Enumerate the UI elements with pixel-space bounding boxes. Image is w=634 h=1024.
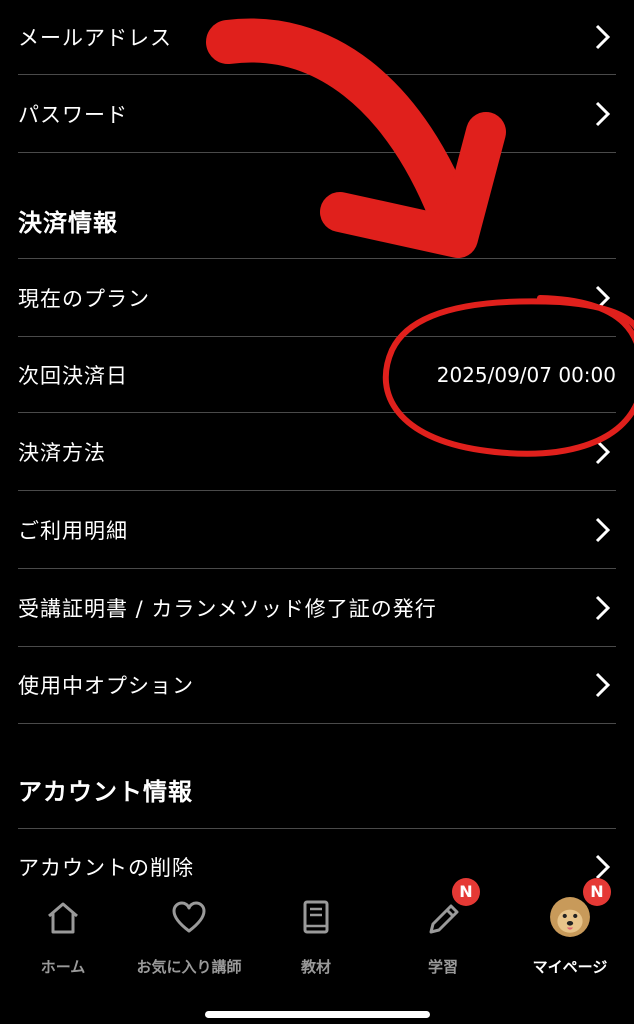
nav-study-label: 学習 [427, 958, 458, 976]
password-label: パスワード [18, 102, 128, 127]
nav-favorites-label: お気に入り講師 [136, 958, 242, 976]
pencil-icon [429, 904, 459, 934]
certificate-row[interactable]: 受講証明書 / カランメソッド修了証の発行 [18, 569, 616, 647]
study-badge: N [452, 878, 480, 906]
certificate-label: 受講証明書 / カランメソッド修了証の発行 [18, 596, 437, 621]
payment-method-row[interactable]: 決済方法 [18, 413, 616, 491]
usage-details-label: ご利用明細 [18, 518, 128, 543]
mypage-badge: N [583, 878, 611, 906]
home-indicator [205, 1011, 430, 1018]
nav-mypage-label: マイページ [532, 958, 608, 976]
chevron-right-icon [595, 854, 611, 880]
chevron-right-icon [595, 672, 611, 698]
avatar [550, 897, 590, 937]
chevron-right-icon [595, 24, 611, 50]
heart-icon [172, 901, 206, 933]
options-label: 使用中オプション [18, 674, 194, 698]
bottom-nav: ホーム お気に入り講師 教材 N 学習 N マイページ [0, 878, 634, 1024]
next-payment-row: 次回決済日 2025/09/07 00:00 [18, 337, 616, 413]
next-payment-label: 次回決済日 [18, 363, 128, 388]
password-row[interactable]: パスワード [18, 75, 616, 153]
options-row[interactable]: 使用中オプション [18, 647, 616, 724]
chevron-right-icon [595, 285, 611, 310]
chevron-right-icon [595, 595, 611, 620]
chevron-right-icon [595, 517, 611, 542]
current-plan-row[interactable]: 現在のプラン [18, 259, 616, 337]
nav-materials-label: 教材 [300, 958, 331, 976]
book-icon [303, 900, 329, 934]
current-plan-label: 現在のプラン [18, 286, 150, 311]
email-label: メールアドレス [18, 26, 172, 50]
payment-method-label: 決済方法 [18, 440, 106, 465]
payment-section-title: 決済情報 [18, 209, 118, 237]
account-section-title: アカウント情報 [18, 778, 193, 806]
home-icon [48, 902, 78, 934]
usage-details-row[interactable]: ご利用明細 [18, 491, 616, 569]
chevron-right-icon [595, 101, 611, 126]
next-payment-value: 2025/09/07 00:00 [436, 362, 616, 387]
nav-home-label: ホーム [40, 958, 86, 976]
chevron-right-icon [595, 439, 611, 464]
email-row[interactable]: メールアドレス [18, 0, 616, 75]
